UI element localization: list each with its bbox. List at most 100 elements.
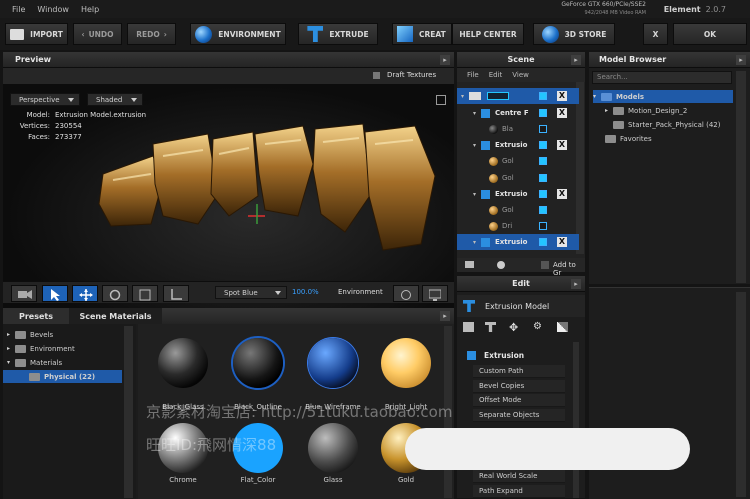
scene-row[interactable]: Bla — [457, 121, 579, 137]
tree-physical[interactable]: Physical (22) — [3, 370, 122, 383]
expand-icon[interactable]: ▾ — [473, 239, 481, 246]
visibility-toggle[interactable] — [539, 238, 547, 246]
perspective-dropdown[interactable]: Perspective — [10, 93, 80, 106]
edit-property-row[interactable]: Path Expand — [473, 485, 565, 498]
visibility-toggle[interactable] — [539, 174, 547, 182]
visibility-toggle[interactable] — [539, 125, 547, 133]
visibility-toggle[interactable] — [539, 157, 547, 165]
material-swatch[interactable] — [233, 338, 283, 388]
tree-favorites[interactable]: Favorites — [605, 132, 652, 145]
tab-scene-materials[interactable]: Scene Materials — [69, 308, 162, 324]
scene-row[interactable]: ▾ Centre F X — [457, 105, 579, 121]
camera-selector-icon[interactable] — [487, 92, 509, 100]
scene-arrow-icon[interactable]: ▸ — [571, 55, 581, 65]
menu-file[interactable]: File — [12, 5, 25, 14]
undo-button[interactable]: ‹ UNDO — [73, 23, 122, 45]
scene-row[interactable]: Gol — [457, 202, 579, 218]
ok-button[interactable]: OK — [673, 23, 747, 45]
redo-button[interactable]: REDO › — [127, 23, 176, 45]
scene-menu-view[interactable]: View — [512, 71, 529, 79]
panel-arrow-icon[interactable]: ▸ — [440, 55, 450, 65]
display-button[interactable] — [422, 285, 448, 302]
extrusion-section[interactable]: Extrusion — [467, 348, 524, 362]
tree-starter-pack[interactable]: Starter_Pack_Physical (42) — [613, 118, 720, 131]
presets-tree-scrollbar[interactable] — [124, 326, 133, 498]
delete-icon[interactable]: X — [557, 91, 567, 101]
scene-menu-file[interactable]: File — [467, 71, 479, 79]
expand-icon[interactable]: ▾ — [473, 191, 481, 198]
expand-icon[interactable]: ▾ — [473, 110, 481, 117]
visibility-toggle[interactable] — [539, 222, 547, 230]
visibility-toggle[interactable] — [539, 109, 547, 117]
expand-icon[interactable]: ▾ — [461, 93, 469, 100]
visibility-toggle[interactable] — [539, 141, 547, 149]
edit-tool-1-icon[interactable] — [463, 322, 474, 332]
delete-icon[interactable]: X — [557, 140, 567, 150]
material-swatch[interactable] — [158, 338, 208, 388]
scene-row[interactable]: ▾ Extrusio X — [457, 234, 579, 250]
tree-environment[interactable]: ▸ Environment — [7, 342, 75, 355]
sphere-add-icon[interactable] — [497, 261, 505, 269]
material-swatch[interactable] — [308, 423, 358, 473]
environment-button[interactable]: ENVIRONMENT — [190, 23, 286, 45]
presets-arrow-icon[interactable]: ▸ — [440, 311, 450, 321]
rotate-tool-button[interactable] — [102, 285, 128, 302]
create-button[interactable]: CREAT — [392, 23, 452, 45]
edit-arrow-icon[interactable]: ▸ — [571, 279, 581, 289]
tree-models[interactable]: ▾ Models — [593, 90, 733, 103]
edit-property-row[interactable]: Offset Mode — [473, 394, 565, 407]
edit-property-row[interactable]: Separate Objects — [473, 409, 565, 422]
zoom-value[interactable]: 100.0% — [292, 288, 319, 296]
menu-help[interactable]: Help — [81, 5, 99, 14]
edit-property-row[interactable]: Bevel Copies — [473, 380, 565, 393]
edit-gear-icon[interactable]: ⚙ — [533, 321, 542, 332]
import-button[interactable]: IMPORT — [5, 23, 68, 45]
scale-tool-button[interactable] — [132, 285, 158, 302]
scene-row[interactable]: ▾ Extrusio X — [457, 137, 579, 153]
select-tool-button[interactable] — [42, 285, 68, 302]
edit-move-icon[interactable]: ✥ — [509, 321, 518, 334]
edit-extrude-icon[interactable] — [485, 322, 496, 332]
environment-toggle-button[interactable] — [393, 285, 419, 302]
delete-icon[interactable]: X — [557, 108, 567, 118]
material-swatch[interactable] — [381, 338, 431, 388]
shading-dropdown[interactable]: Shaded — [87, 93, 143, 106]
edit-material-icon[interactable] — [557, 322, 568, 332]
tree-motion-design[interactable]: ▸ Motion_Design_2 — [605, 104, 687, 117]
model-search-input[interactable]: Search... — [592, 71, 732, 84]
delete-icon[interactable]: X — [557, 237, 567, 247]
extrude-button[interactable]: EXTRUDE — [298, 23, 378, 45]
material-swatch[interactable] — [308, 338, 358, 388]
move-tool-button[interactable] — [72, 285, 98, 302]
camera-add-icon[interactable] — [465, 261, 474, 268]
scene-row[interactable]: ▾ Extrusio X — [457, 186, 579, 202]
add-to-group-button[interactable]: Add to Gr — [553, 261, 585, 277]
close-button[interactable]: X — [643, 23, 668, 45]
visibility-toggle[interactable] — [539, 190, 547, 198]
tree-bevels[interactable]: ▸ Bevels — [7, 328, 53, 341]
preview-scrollbar[interactable] — [736, 292, 746, 497]
light-dropdown[interactable]: Spot Blue — [215, 286, 287, 299]
tree-materials[interactable]: ▾ Materials — [7, 356, 62, 369]
tab-presets[interactable]: Presets — [3, 308, 69, 324]
visibility-toggle[interactable] — [539, 92, 547, 100]
scene-row[interactable]: ▾ X — [457, 88, 579, 104]
mb-scrollbar[interactable] — [736, 71, 746, 283]
draft-textures-checkbox[interactable] — [373, 72, 380, 79]
axis-tool-button[interactable] — [163, 285, 189, 302]
mb-arrow-icon[interactable]: ▸ — [736, 55, 746, 65]
camera-button[interactable] — [11, 285, 37, 302]
menu-window[interactable]: Window — [37, 5, 69, 14]
scene-menu-edit[interactable]: Edit — [489, 71, 503, 79]
visibility-toggle[interactable] — [539, 206, 547, 214]
scene-row[interactable]: Gol — [457, 153, 579, 169]
maximize-icon[interactable] — [436, 95, 446, 105]
edit-property-row[interactable]: Custom Path — [473, 365, 565, 378]
edit-scrollbar[interactable] — [573, 342, 579, 498]
delete-icon[interactable]: X — [557, 189, 567, 199]
edit-property-row[interactable]: Real World Scale — [473, 470, 565, 483]
3d-store-button[interactable]: 3D STORE — [533, 23, 615, 45]
scene-row[interactable]: Dri — [457, 218, 579, 234]
help-center-button[interactable]: HELP CENTER — [452, 23, 524, 45]
scene-row[interactable]: Gol — [457, 170, 579, 186]
